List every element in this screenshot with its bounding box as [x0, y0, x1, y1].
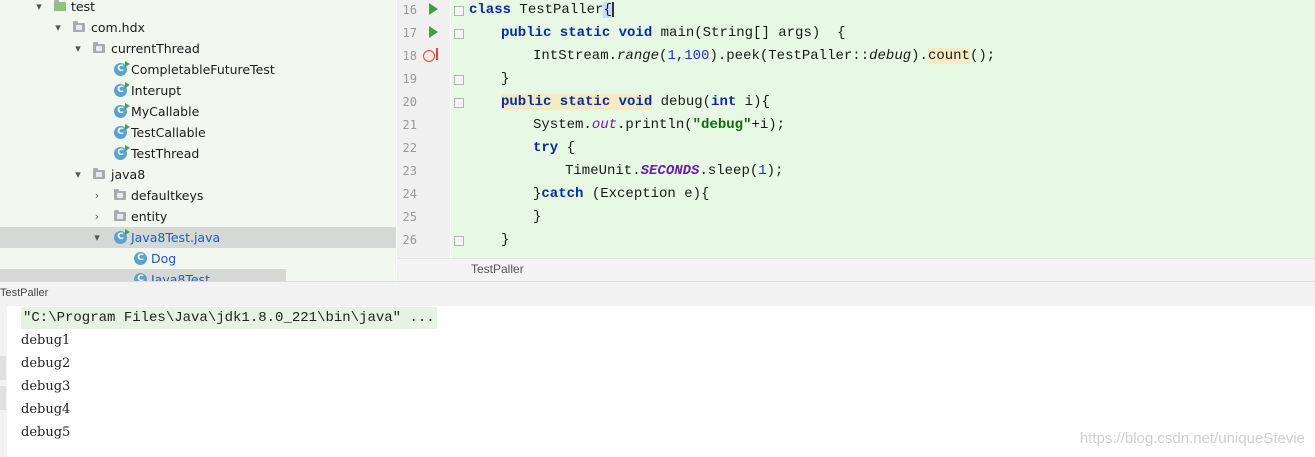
text-caret: [611, 1, 614, 17]
code-area[interactable]: class TestPaller{ public static void mai…: [451, 0, 1315, 258]
fold-marker-icon[interactable]: [454, 29, 464, 39]
run-main-icon[interactable]: [429, 26, 438, 38]
run-toolbar: [0, 306, 7, 457]
fold-marker-icon[interactable]: [454, 6, 464, 16]
tree-item-testcallable[interactable]: C TestCallable: [0, 122, 396, 143]
run-class-icon[interactable]: [429, 3, 438, 15]
code-line-24: }catch (Exception e){: [533, 186, 710, 202]
class-icon: C: [114, 124, 130, 139]
tree-item-java8test-java[interactable]: ▾ C Java8Test.java: [0, 227, 396, 248]
package-icon: [114, 189, 126, 200]
project-tree: ▾ test ▾ com.hdx ▾ currentThread C Compl…: [0, 0, 396, 281]
chevron-right-icon[interactable]: ›: [92, 206, 102, 227]
console-line: debug2: [21, 356, 71, 371]
console-command-line: "C:\Program Files\Java\jdk1.8.0_221\bin\…: [21, 307, 437, 329]
tree-item-entity[interactable]: › entity: [0, 206, 396, 227]
console-line: debug4: [21, 402, 71, 417]
class-icon: C: [114, 145, 130, 160]
fold-marker-icon[interactable]: [454, 98, 464, 108]
run-tab-title[interactable]: TestPaller: [0, 287, 48, 299]
class-icon: C: [114, 82, 130, 97]
run-tool-window-header[interactable]: TestPaller: [0, 281, 1315, 307]
tree-item-interupt[interactable]: C Interupt: [0, 80, 396, 101]
class-icon: C: [114, 103, 130, 118]
tree-item-java8[interactable]: ▾ java8: [0, 164, 396, 185]
tree-item-currentthread[interactable]: ▾ currentThread: [0, 38, 396, 59]
tree-item-java8test[interactable]: C Java8Test: [0, 269, 286, 281]
code-editor[interactable]: 16 17 18 19 20 21 22 23 24 25 26 class T…: [397, 0, 1315, 258]
editor-gutter[interactable]: 16 17 18 19 20 21 22 23 24 25 26: [397, 0, 450, 258]
tree-item-completablefuturetest[interactable]: C CompletableFutureTest: [0, 59, 396, 80]
class-icon: C: [134, 273, 147, 281]
code-line-22: try {: [533, 140, 576, 156]
chevron-down-icon[interactable]: ▾: [73, 38, 83, 59]
toolbar-button[interactable]: [0, 386, 6, 410]
class-file-icon: C: [114, 229, 130, 244]
package-icon: [114, 210, 126, 221]
code-line-18: IntStream.range(1,100).peek(TestPaller::…: [533, 48, 996, 64]
breakpoint-arrow-icon: [436, 48, 438, 60]
package-icon: [73, 21, 85, 32]
code-line-17: public static void main(String[] args) {: [501, 25, 846, 41]
chevron-down-icon[interactable]: ▾: [34, 0, 44, 17]
package-icon: [93, 168, 105, 179]
chevron-right-icon[interactable]: ›: [92, 185, 102, 206]
code-line-25: }: [533, 209, 542, 225]
breadcrumb-item[interactable]: TestPaller: [471, 262, 524, 276]
watermark: https://blog.csdn.net/uniqueStevie: [1079, 430, 1305, 447]
package-icon: [93, 42, 105, 53]
class-icon: C: [134, 252, 147, 265]
tree-item-test[interactable]: ▾ test: [0, 0, 396, 17]
fold-marker-icon[interactable]: [454, 236, 464, 246]
code-line-19: }: [501, 71, 510, 87]
code-line-16: class TestPaller{: [469, 1, 614, 18]
code-line-26: }: [501, 232, 510, 248]
folder-icon: [54, 0, 66, 11]
tree-item-testthread[interactable]: C TestThread: [0, 143, 396, 164]
console-line: debug1: [21, 333, 71, 348]
console-line: debug5: [21, 425, 71, 440]
console-line: debug3: [21, 379, 71, 394]
toolbar-button[interactable]: [0, 356, 6, 380]
breadcrumb[interactable]: TestPaller: [397, 258, 1315, 282]
code-line-21: System.out.println("debug"+i);: [533, 117, 786, 133]
chevron-down-icon[interactable]: ▾: [53, 17, 63, 38]
chevron-down-icon[interactable]: ▾: [92, 227, 102, 248]
tree-item-dog[interactable]: C Dog: [0, 248, 396, 269]
class-icon: C: [114, 61, 130, 76]
tree-item-com-hdx[interactable]: ▾ com.hdx: [0, 17, 396, 38]
code-line-20: public static void debug(int i){: [501, 94, 770, 110]
tree-item-mycallable[interactable]: C MyCallable: [0, 101, 396, 122]
fold-marker-icon[interactable]: [454, 75, 464, 85]
tree-item-defaultkeys[interactable]: › defaultkeys: [0, 185, 396, 206]
code-line-23: TimeUnit.SECONDS.sleep(1);: [565, 163, 784, 179]
lambda-breakpoint-icon[interactable]: [423, 50, 435, 62]
chevron-down-icon[interactable]: ▾: [73, 164, 83, 185]
